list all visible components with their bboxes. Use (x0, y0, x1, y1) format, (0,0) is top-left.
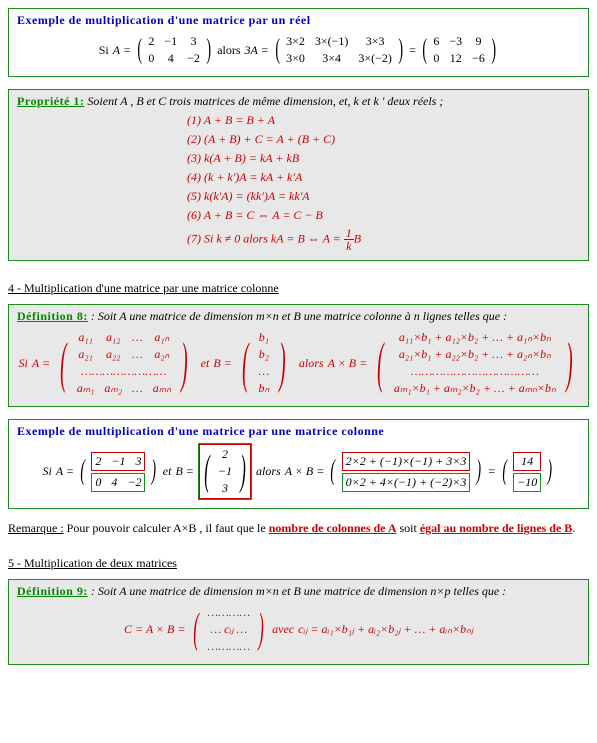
example-title: Exemple de multiplication d'une matrice … (17, 13, 580, 28)
prop-item-4: (4) (k + k')A = kA + k'A (187, 170, 580, 185)
a-equals: A = (113, 43, 131, 58)
def9-title: Définition 9: (17, 584, 88, 598)
def8-intro: : Soit A une matrice de dimension m×n et… (91, 309, 507, 323)
def9-math: C = A × B = ( ………… … cᵢⱼ … ………… ) avec c… (17, 603, 580, 656)
ex2-matrix-calc: ( 2×2 + (−1)×(−1) + 3×3 0×2 + 4×(−1) + (… (328, 450, 483, 494)
definition-9: Définition 9: : Soit A une matrice de di… (8, 579, 589, 665)
def9-header: Définition 9: : Soit A une matrice de di… (17, 584, 580, 599)
def8-math: Si A = ( a₁₁a₁₂…a₁ₙ a₂₁a₂₂…a₂ₙ …………………… … (17, 328, 580, 398)
def9-intro: : Soit A une matrice de dimension m×n et… (91, 584, 506, 598)
ex2-title: Exemple de multiplication d'une matrice … (17, 424, 580, 439)
prop-item-3: (3) k(A + B) = kA + kB (187, 151, 580, 166)
ex2-matrix-a: ( 2−13 04−2 ) (78, 450, 159, 494)
property-1: Propriété 1: Soient A , B et C trois mat… (8, 89, 589, 261)
equals: = (409, 43, 416, 58)
ex2-matrix-b: ( 2 −1 3 ) (200, 445, 250, 498)
alors-text: alors (217, 43, 240, 58)
section-4-title: 4 - Multiplication d'une matrice par une… (8, 281, 589, 296)
prop-item-1: (1) A + B = B + A (187, 113, 580, 128)
prop-item-2: (2) (A + B) + C = A + (B + C) (187, 132, 580, 147)
si-text: Si (99, 43, 109, 58)
property-intro: Soient A , B et C trois matrices de même… (87, 94, 443, 108)
def8-header: Définition 8: : Soit A une matrice de di… (17, 309, 580, 324)
matrix-result: ( 6−39 012−6 ) (420, 32, 498, 68)
section-5-title: 5 - Multiplication de deux matrices (8, 556, 589, 571)
remarque-label: Remarque : (8, 521, 64, 535)
remarque-text: Pour pouvoir calculer A×B , il faut que … (67, 521, 576, 535)
example-math: Si A = ( 2−13 04−2 ) alors 3A = ( 3×23×(… (17, 32, 580, 68)
prop-item-7: (7) Si k ≠ 0 alors kA = B ⇔ A = 1kB (187, 227, 580, 252)
def8-matrix-b: ( b₁ b₂ … bₙ ) (236, 328, 292, 398)
def8-matrix-a: ( a₁₁a₁₂…a₁ₙ a₂₁a₂₂…a₂ₙ …………………… aₘ₁aₘ₂…… (54, 328, 194, 398)
property-title: Propriété 1: (17, 94, 84, 108)
remarque: Remarque : Pour pouvoir calculer A×B , i… (8, 521, 589, 536)
prop-item-5: (5) k(k'A) = (kk')A = kk'A (187, 189, 580, 204)
property-list: (1) A + B = B + A (2) (A + B) + C = A + … (187, 113, 580, 252)
matrix-a: ( 2−13 04−2 ) (135, 32, 213, 68)
ex2-math: Si A = ( 2−13 04−2 ) et B = ( 2 −1 3 ) a… (17, 443, 580, 500)
def8-title: Définition 8: (17, 309, 88, 323)
three-a: 3A = (245, 43, 269, 58)
example-column-mult: Exemple de multiplication d'une matrice … (8, 419, 589, 509)
matrix-calc: ( 3×23×(−1)3×3 3×03×43×(−2) ) (273, 32, 406, 68)
prop-item-6: (6) A + B = C ⇔ A = C − B (187, 208, 580, 223)
ex2-matrix-result: ( 14 −10 ) (500, 450, 555, 494)
def8-matrix-ab: ( a₁₁×b₁ + a₁₂×b₂ + … + a₁ₙ×bₙ a₂₁×b₁ + … (371, 328, 578, 398)
definition-8: Définition 8: : Soit A une matrice de di… (8, 304, 589, 407)
def9-matrix-c: ( ………… … cᵢⱼ … ………… ) (189, 603, 268, 656)
property-header: Propriété 1: Soient A , B et C trois mat… (17, 94, 580, 109)
example-scalar-mult: Exemple de multiplication d'une matrice … (8, 8, 589, 77)
